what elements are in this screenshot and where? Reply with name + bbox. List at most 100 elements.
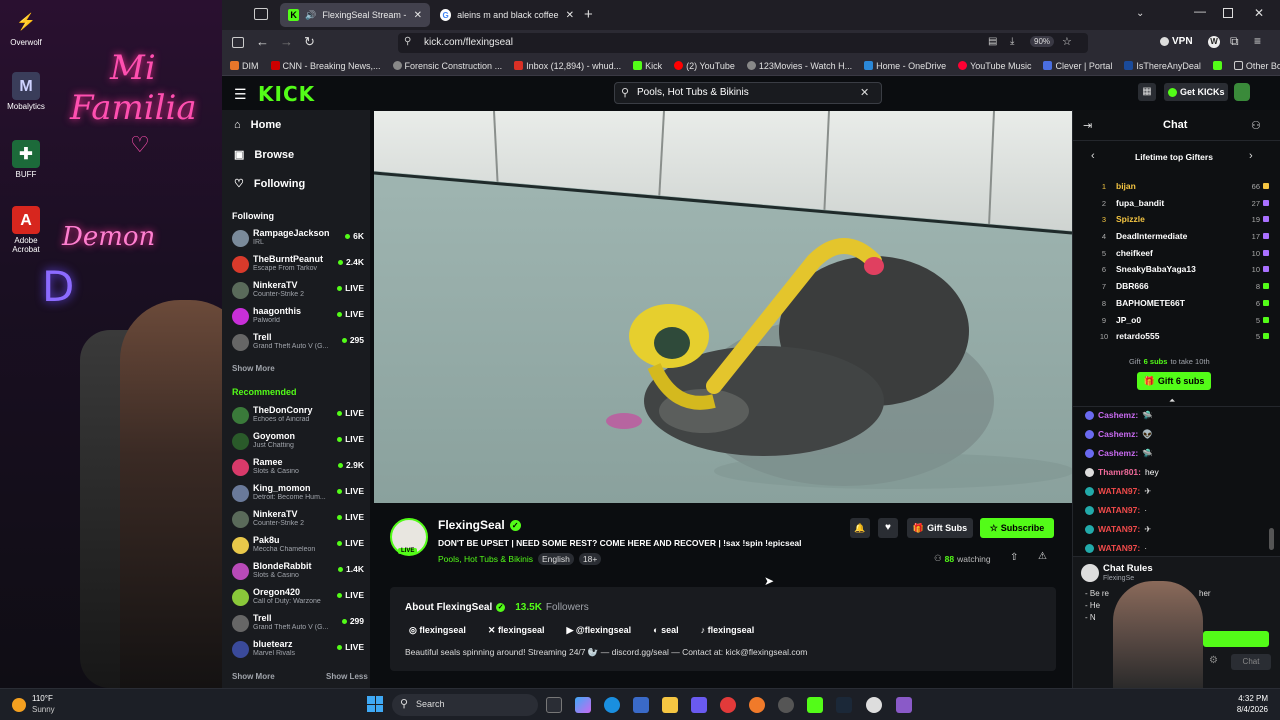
forward-icon[interactable]: → [280, 34, 293, 49]
menu-icon[interactable]: ≡ [1254, 34, 1261, 48]
site-info-icon[interactable]: ⚲ [404, 36, 411, 47]
kick-logo[interactable]: KICK [258, 82, 315, 106]
desktop-icon-overwolf[interactable]: ⚡ Overwolf [6, 8, 46, 47]
channel-item[interactable]: Ramee Slots & Casino 2.9K [232, 456, 364, 480]
save-icon[interactable]: ⤓ [1010, 36, 1014, 47]
social-instagram[interactable]: ◎ flexingseal [409, 625, 466, 636]
channel-item[interactable]: BlondeRabbit Slots & Casino 1.4K [232, 560, 364, 584]
back-icon[interactable]: ← [256, 34, 269, 49]
desktop-icon-mobalytics[interactable]: M Mobalytics [6, 72, 46, 111]
channel-item[interactable]: haagonthis Palworld LIVE [232, 305, 364, 329]
streamer-name[interactable]: FlexingSeal [438, 518, 505, 532]
steam-icon[interactable] [836, 697, 852, 713]
tab-google[interactable]: G aleins m and black coffee - Goo ✕ [432, 3, 582, 27]
search-input[interactable]: ⚲ Pools, Hot Tubs & Bikinis ✕ [614, 82, 882, 104]
channel-item[interactable]: King_momon Detroit: Become Hum... LIVE [232, 482, 364, 506]
bookmark-forensic[interactable]: Forensic Construction ... [392, 61, 502, 71]
vpn-button[interactable]: VPN [1160, 36, 1193, 47]
gift-subs-button[interactable]: 🎁 Gift Subs [907, 518, 973, 538]
chat-users-icon[interactable]: ⚇ [1251, 119, 1261, 132]
edge-icon[interactable] [604, 697, 620, 713]
get-kicks-button[interactable]: Get KICKs [1164, 83, 1228, 101]
app-icon[interactable] [778, 697, 794, 713]
account-icon[interactable]: W [1208, 36, 1220, 48]
bookmark-123movies[interactable]: 123Movies - Watch H... [746, 61, 852, 71]
next-leaderboard-icon[interactable]: › [1249, 150, 1253, 162]
prev-leaderboard-icon[interactable]: ‹ [1091, 150, 1095, 162]
list-tabs-icon[interactable]: ⌄ [1136, 8, 1144, 19]
video-player[interactable] [374, 111, 1072, 503]
minimize-icon[interactable]: — [1194, 4, 1206, 18]
user-avatar[interactable] [1234, 83, 1250, 101]
channel-item[interactable]: Trell Grand Theft Auto V (G... 295 [232, 331, 364, 355]
channel-item[interactable]: TheDonConry Echoes of Aincrad LIVE [232, 404, 364, 428]
discord-app-icon[interactable] [691, 697, 707, 713]
copilot-icon[interactable] [575, 697, 591, 713]
desktop-icon-buff[interactable]: ✚ BUFF [6, 140, 46, 179]
bookmark-clever[interactable]: Clever | Portal [1043, 61, 1112, 71]
nav-following[interactable]: ♡ Following [234, 177, 305, 191]
channel-item[interactable]: bluetearz Marvel Rivals LIVE [232, 638, 364, 662]
bookmark-youtube[interactable]: (2) YouTube [674, 61, 735, 71]
channel-item[interactable]: NinkeraTV Counter-Strike 2 LIVE [232, 279, 364, 303]
bookmark-youtube-music[interactable]: YouTube Music [958, 61, 1031, 71]
maximize-icon[interactable] [1223, 8, 1233, 18]
clock-time[interactable]: 4:32 PM [1236, 694, 1268, 703]
social-discord[interactable]: ◐ seal [653, 625, 678, 636]
bookmark-kick-2[interactable] [1212, 61, 1222, 70]
report-icon[interactable]: ⚠ [1038, 551, 1047, 562]
sidebar-toggle-icon[interactable] [232, 37, 244, 48]
gift-subs-chat-button[interactable]: 🎁 Gift 6 subs [1137, 372, 1211, 390]
close-window-icon[interactable]: ✕ [1254, 6, 1264, 20]
bookmark-star-icon[interactable]: ☆ [1062, 35, 1072, 48]
channel-item[interactable]: RampageJackson IRL 6K [232, 227, 364, 251]
bookmark-inbox[interactable]: Inbox (12,894) - whud... [514, 61, 621, 71]
channel-item[interactable]: Goyomon Just Chatting LIVE [232, 430, 364, 454]
hamburger-menu-icon[interactable]: ☰ [234, 86, 247, 103]
start-button[interactable] [367, 696, 383, 712]
tab-flexingseal[interactable]: K 🔊 FlexingSeal Stream - Watch ✕ [280, 3, 430, 27]
other-bookmarks[interactable]: Other Bookmarks [1233, 61, 1280, 71]
show-more-recommended[interactable]: Show More [232, 672, 275, 681]
kick-app-icon[interactable] [807, 697, 823, 713]
reader-view-icon[interactable]: ▤ [988, 36, 997, 47]
social-youtube[interactable]: ▶ @flexingseal [566, 625, 631, 636]
show-more-following[interactable]: Show More [232, 364, 275, 373]
store-icon[interactable] [633, 697, 649, 713]
youtube-app-icon[interactable] [720, 697, 736, 713]
new-tab-icon[interactable]: + [584, 6, 593, 23]
bookmark-kick[interactable]: Kick [633, 61, 662, 71]
desktop-icon-acrobat[interactable]: A Adobe Acrobat [6, 206, 46, 254]
social-x[interactable]: ✕ flexingseal [488, 625, 545, 636]
collapse-chat-icon[interactable]: ⇥ [1083, 119, 1092, 132]
tab-overview-icon[interactable] [254, 8, 268, 20]
follow-button[interactable]: ♥ [878, 518, 898, 538]
channel-item[interactable]: Oregon420 Call of Duty: Warzone LIVE [232, 586, 364, 610]
clear-search-icon[interactable]: ✕ [860, 86, 869, 99]
extensions-icon[interactable]: ⧉ [1230, 34, 1239, 49]
weather-desc[interactable]: Sunny [32, 705, 55, 714]
tag-18plus[interactable]: 18+ [578, 553, 602, 565]
firefox-icon[interactable] [749, 697, 765, 713]
accept-rules-button[interactable] [1203, 631, 1269, 647]
bookmark-isthereanydeal[interactable]: IsThereAnyDeal [1124, 61, 1201, 71]
taskbar-search[interactable]: ⚲ Search [392, 694, 538, 716]
subscribe-button[interactable]: ☆ Subscribe [980, 518, 1054, 538]
tab-close-icon[interactable]: ✕ [566, 10, 574, 21]
nav-home[interactable]: ⌂ Home [234, 119, 281, 131]
game-app-icon[interactable] [896, 697, 912, 713]
bookmark-onedrive[interactable]: Home - OneDrive [864, 61, 946, 71]
tag-english[interactable]: English [537, 553, 574, 565]
bookmark-dim[interactable]: DIM [230, 61, 259, 71]
channel-item[interactable]: TheBurntPeanut Escape From Tarkov 2.4K [232, 253, 364, 277]
social-tiktok[interactable]: ♪ flexingseal [701, 625, 755, 636]
clock-date[interactable]: 8/4/2026 [1226, 705, 1268, 714]
channel-item[interactable]: Trell Grand Theft Auto V (G... 299 [232, 612, 364, 636]
notification-bell-button[interactable]: 🔔 [850, 518, 870, 538]
category-link[interactable]: Pools, Hot Tubs & Bikinis [438, 554, 533, 564]
show-less-recommended[interactable]: Show Less [326, 672, 368, 681]
chat-scrollbar[interactable] [1269, 528, 1274, 550]
zoom-level[interactable]: 90% [1030, 36, 1055, 47]
bookmark-cnn[interactable]: CNN - Breaking News,... [270, 61, 381, 71]
settings-icon[interactable]: ⚙ [1209, 655, 1218, 666]
